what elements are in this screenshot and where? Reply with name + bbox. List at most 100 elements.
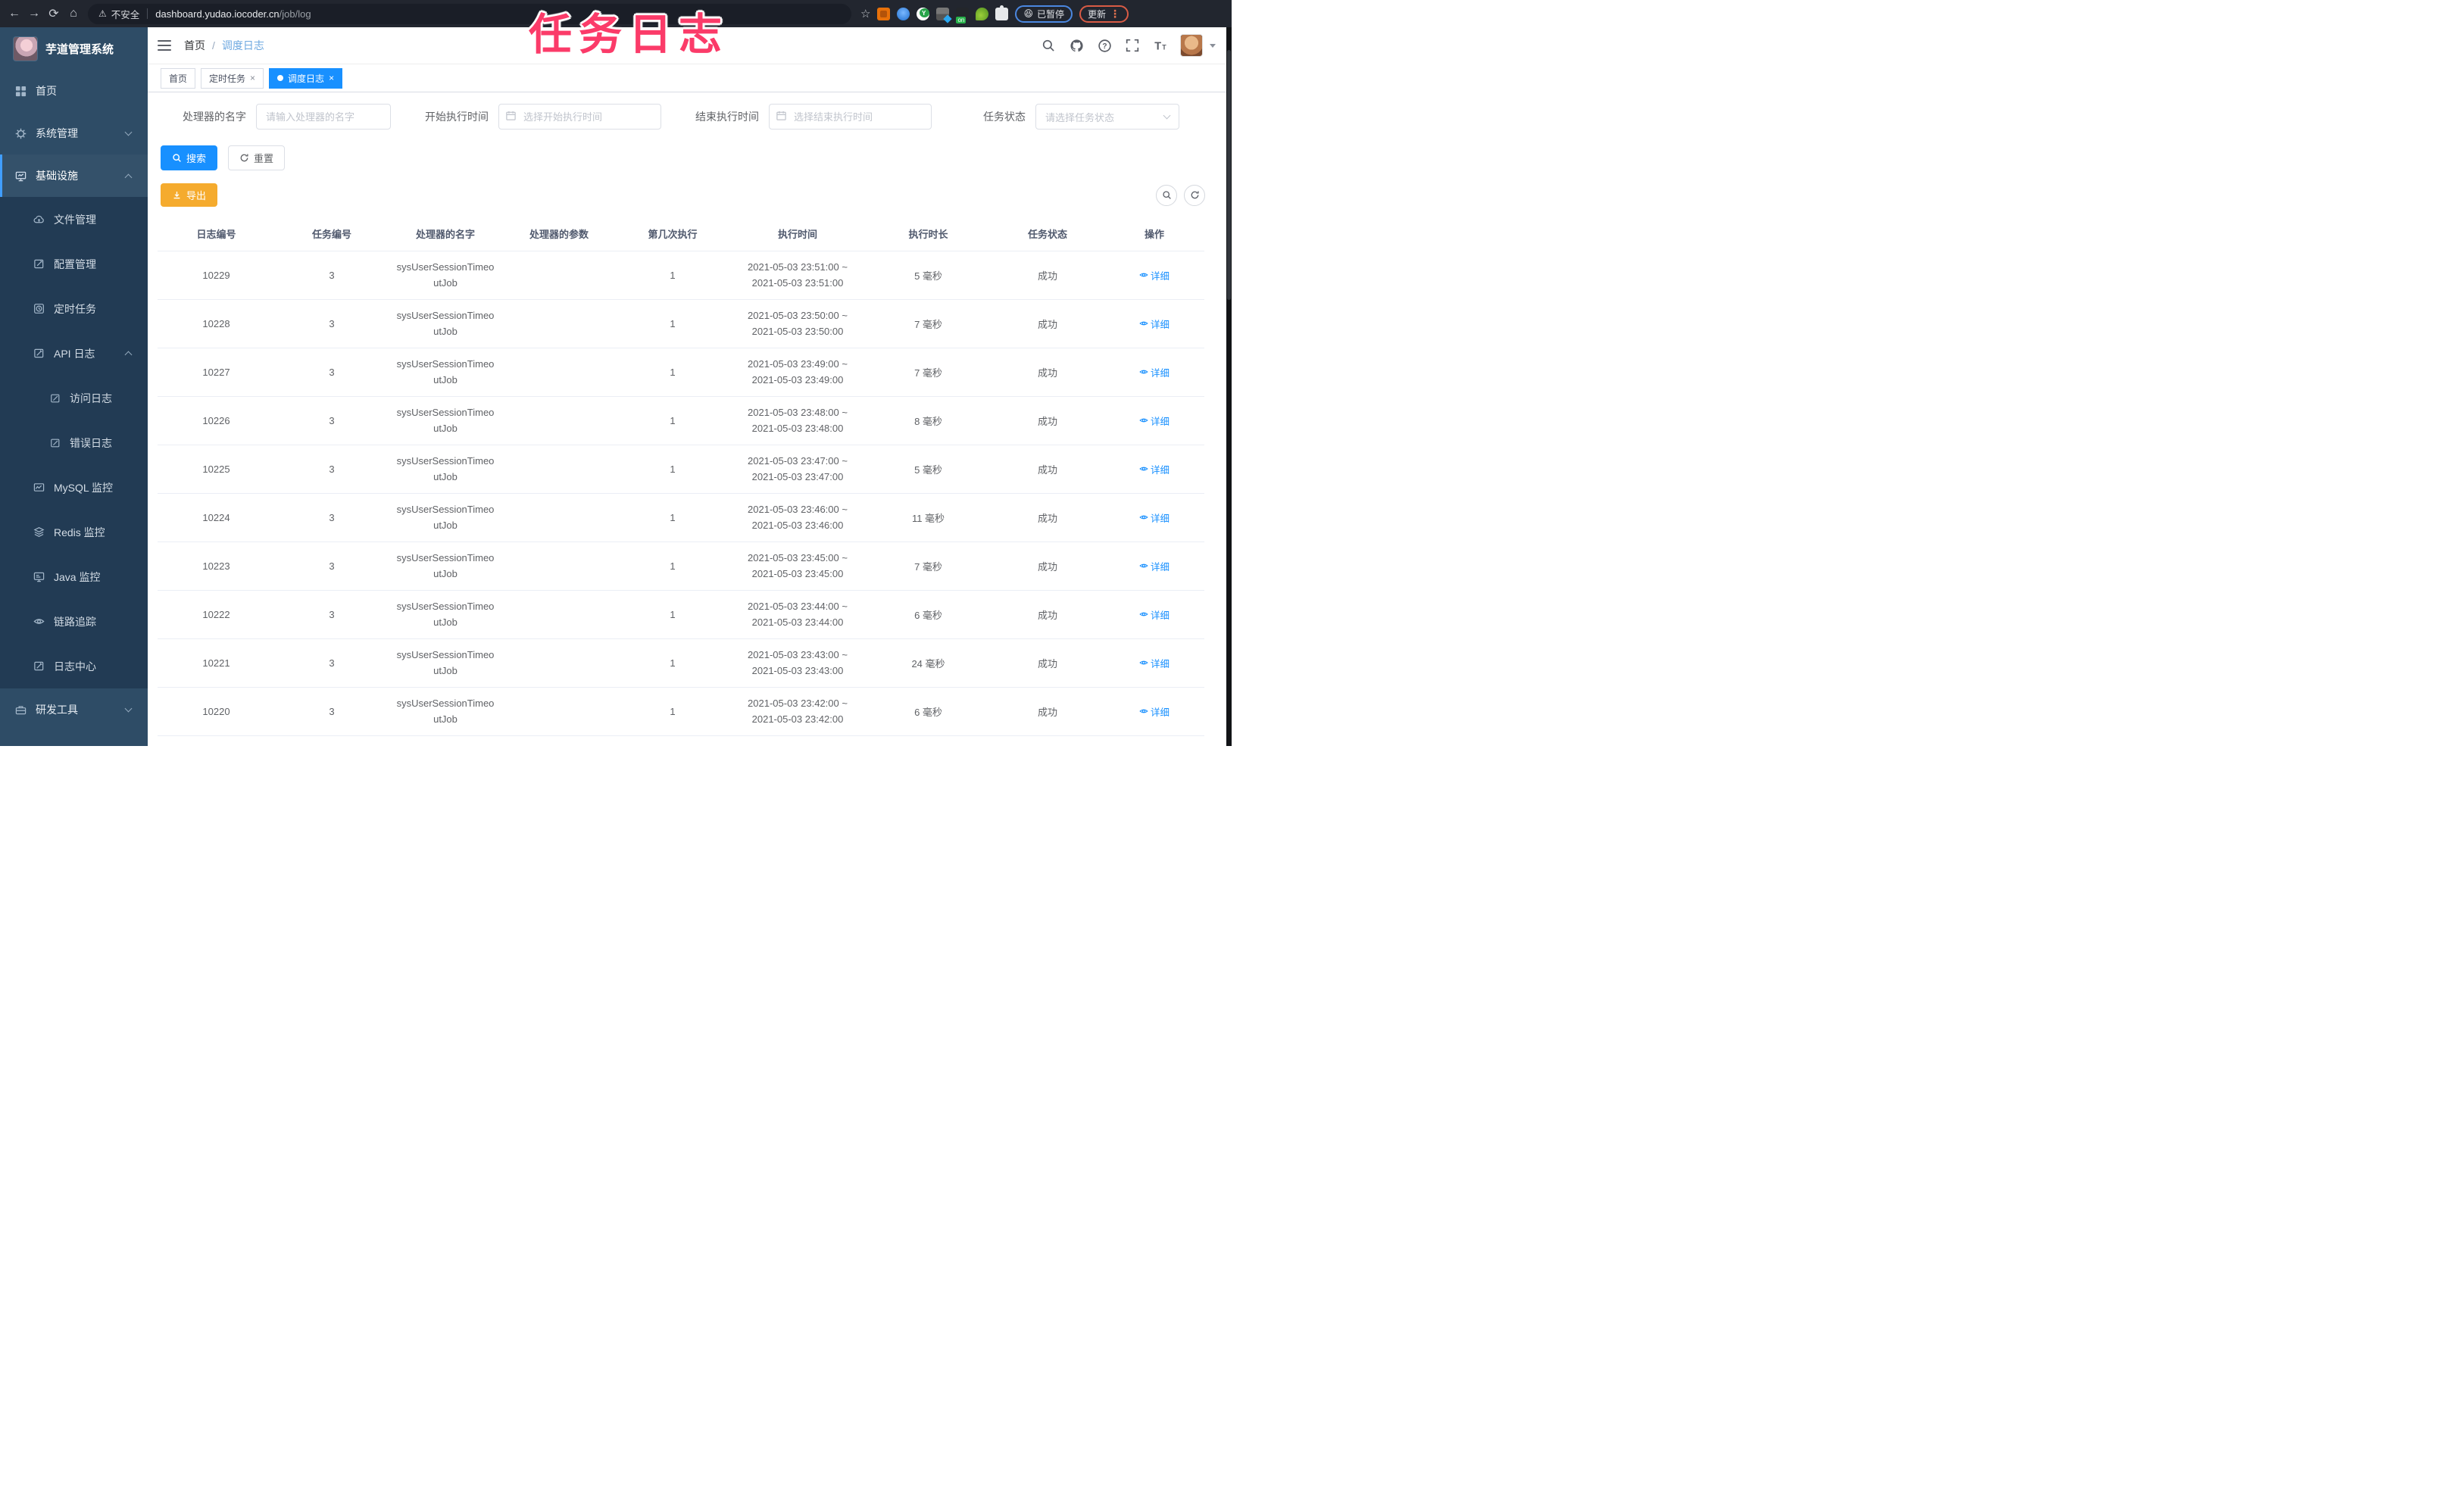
col-execute-index: 第几次执行 bbox=[616, 217, 729, 251]
sidebar-item-log-center[interactable]: 日志中心 bbox=[0, 644, 148, 688]
help-icon[interactable]: ? bbox=[1096, 37, 1113, 54]
export-button[interactable]: 导出 bbox=[161, 183, 218, 207]
refresh-table-button[interactable] bbox=[1184, 184, 1205, 206]
tab-close-icon[interactable]: × bbox=[250, 73, 255, 83]
tab-home[interactable]: 首页 bbox=[161, 67, 196, 89]
eye-icon bbox=[1139, 612, 1148, 616]
status-cell: 成功 bbox=[991, 493, 1104, 542]
detail-link[interactable]: 详细 bbox=[1139, 656, 1170, 670]
detail-link[interactable]: 详细 bbox=[1139, 559, 1170, 573]
job-status-select[interactable]: 请选择任务状态 bbox=[1035, 104, 1179, 130]
browser-forward-icon[interactable]: → bbox=[24, 7, 44, 20]
job-status-placeholder: 请选择任务状态 bbox=[1045, 111, 1115, 123]
browser-menu-icon[interactable]: ⋮ bbox=[1110, 8, 1120, 20]
address-bar[interactable]: ⚠ 不安全 dashboard.yudao.iocoder.cn/job/log bbox=[88, 3, 851, 24]
window-scrollbar[interactable] bbox=[1226, 27, 1232, 746]
search-icon[interactable] bbox=[1040, 37, 1057, 54]
layers-icon bbox=[33, 527, 45, 537]
on-badge-extension-icon[interactable] bbox=[956, 7, 970, 23]
header-actions: ? TT bbox=[1040, 34, 1226, 57]
end-time-input[interactable] bbox=[769, 104, 932, 130]
sidebar-item-trace[interactable]: 链路追踪 bbox=[0, 599, 148, 644]
bookmark-star-icon[interactable]: ☆ bbox=[860, 7, 870, 20]
sidebar-toggle-icon[interactable] bbox=[158, 40, 171, 51]
user-avatar[interactable] bbox=[1180, 34, 1203, 57]
handler-cell: sysUserSessionTimeoutJob bbox=[389, 299, 502, 348]
sidebar-item-label: 首页 bbox=[36, 85, 57, 97]
url-host[interactable]: dashboard.yudao.iocoder.cn bbox=[155, 8, 279, 20]
handler-cell: sysUserSessionTimeoutJob bbox=[389, 590, 502, 639]
sidebar-item-home[interactable]: 首页 bbox=[0, 70, 148, 112]
sidebar-item-config-management[interactable]: 配置管理 bbox=[0, 242, 148, 286]
sidebar-item-file-management[interactable]: 文件管理 bbox=[0, 197, 148, 242]
toggle-search-button[interactable] bbox=[1156, 184, 1177, 206]
browser-reload-icon[interactable]: ⟳ bbox=[44, 6, 64, 21]
reset-button[interactable]: 重置 bbox=[228, 145, 286, 170]
begin-time-input[interactable] bbox=[498, 104, 661, 130]
y-extension-icon[interactable] bbox=[917, 7, 930, 20]
sidebar-item-dev-tools[interactable]: 研发工具 bbox=[0, 688, 148, 731]
user-menu-caret-icon[interactable] bbox=[1210, 43, 1216, 48]
sidebar-item-error-log[interactable]: 错误日志 bbox=[0, 420, 148, 465]
time-cell: 2021-05-03 23:48:00 ~2021-05-03 23:48:00 bbox=[729, 396, 866, 445]
sidebar-item-redis-monitor[interactable]: Redis 监控 bbox=[0, 510, 148, 554]
font-size-icon[interactable]: TT bbox=[1152, 37, 1169, 54]
browser-back-icon[interactable]: ← bbox=[5, 7, 24, 20]
begin-time-label: 开始执行时间 bbox=[425, 111, 489, 123]
status-cell: 成功 bbox=[991, 396, 1104, 445]
sidebar-item-system[interactable]: 系统管理 bbox=[0, 112, 148, 155]
drop-extension-icon[interactable] bbox=[897, 7, 910, 20]
url-path[interactable]: /job/log bbox=[280, 8, 311, 20]
detail-link[interactable]: 详细 bbox=[1139, 462, 1170, 476]
puzzle-extensions-icon[interactable] bbox=[995, 5, 1009, 20]
browser-home-icon[interactable]: ⌂ bbox=[64, 7, 83, 20]
app-logo-row[interactable]: 芋道管理系统 bbox=[0, 27, 148, 70]
scrollbar-thumb[interactable] bbox=[1227, 50, 1231, 300]
actions-cell: 详细 bbox=[1104, 251, 1204, 300]
security-label[interactable]: 不安全 bbox=[111, 7, 140, 21]
sprout-extension-icon[interactable] bbox=[976, 7, 989, 20]
browser-update-chip[interactable]: 更新 ⋮ bbox=[1079, 5, 1129, 23]
handler-name-input[interactable] bbox=[256, 104, 391, 130]
log-id-cell: 10224 bbox=[158, 493, 275, 542]
sidebar-item-java-monitor[interactable]: Java 监控 bbox=[0, 554, 148, 599]
table-row: 10229 3 sysUserSessionTimeoutJob 1 2021-… bbox=[158, 251, 1204, 300]
handler-cell: sysUserSessionTimeoutJob bbox=[389, 251, 502, 300]
detail-link[interactable]: 详细 bbox=[1139, 607, 1170, 622]
search-button-label: 搜索 bbox=[186, 153, 207, 164]
grid-extension-icon[interactable] bbox=[936, 7, 950, 20]
task-id-cell: 3 bbox=[275, 251, 389, 300]
tab-job-log[interactable]: 调度日志 × bbox=[269, 67, 343, 89]
profile-emoji-icon: 😆 bbox=[1023, 8, 1033, 19]
seq-cell: 1 bbox=[616, 348, 729, 397]
log-edit-icon bbox=[51, 394, 60, 402]
sidebar-item-label: 基础设施 bbox=[36, 170, 78, 182]
tab-scheduled-jobs[interactable]: 定时任务 × bbox=[201, 67, 264, 89]
sidebar-item-scheduled-jobs[interactable]: 定时任务 bbox=[0, 286, 148, 331]
detail-link[interactable]: 详细 bbox=[1139, 317, 1170, 331]
github-icon[interactable] bbox=[1068, 37, 1085, 54]
tab-close-icon[interactable]: × bbox=[329, 73, 334, 83]
sidebar-item-access-log[interactable]: 访问日志 bbox=[0, 376, 148, 420]
eye-icon bbox=[1139, 467, 1148, 471]
ublock-extension-icon[interactable] bbox=[877, 7, 891, 20]
detail-link[interactable]: 详细 bbox=[1139, 268, 1170, 282]
sidebar-item-mysql-monitor[interactable]: MySQL 监控 bbox=[0, 465, 148, 510]
detail-link[interactable]: 详细 bbox=[1139, 414, 1170, 428]
sidebar-item-label: 系统管理 bbox=[36, 127, 78, 139]
sidebar-item-api-log[interactable]: API 日志 bbox=[0, 331, 148, 376]
actions-cell: 详细 bbox=[1104, 493, 1204, 542]
breadcrumb-separator: / bbox=[212, 39, 215, 52]
status-cell: 成功 bbox=[991, 590, 1104, 639]
fullscreen-icon[interactable] bbox=[1124, 37, 1141, 54]
svg-text:T: T bbox=[1154, 41, 1161, 52]
detail-link[interactable]: 详细 bbox=[1139, 704, 1170, 719]
time-cell: 2021-05-03 23:42:00 ~2021-05-03 23:42:00 bbox=[729, 687, 866, 736]
detail-link[interactable]: 详细 bbox=[1139, 365, 1170, 379]
sidebar-item-infrastructure[interactable]: 基础设施 bbox=[0, 155, 148, 197]
detail-link[interactable]: 详细 bbox=[1139, 510, 1170, 525]
profile-paused-chip[interactable]: 😆 已暂停 bbox=[1015, 5, 1073, 23]
breadcrumb-home[interactable]: 首页 bbox=[184, 38, 205, 53]
param-cell bbox=[502, 638, 616, 688]
search-button[interactable]: 搜索 bbox=[161, 145, 218, 170]
